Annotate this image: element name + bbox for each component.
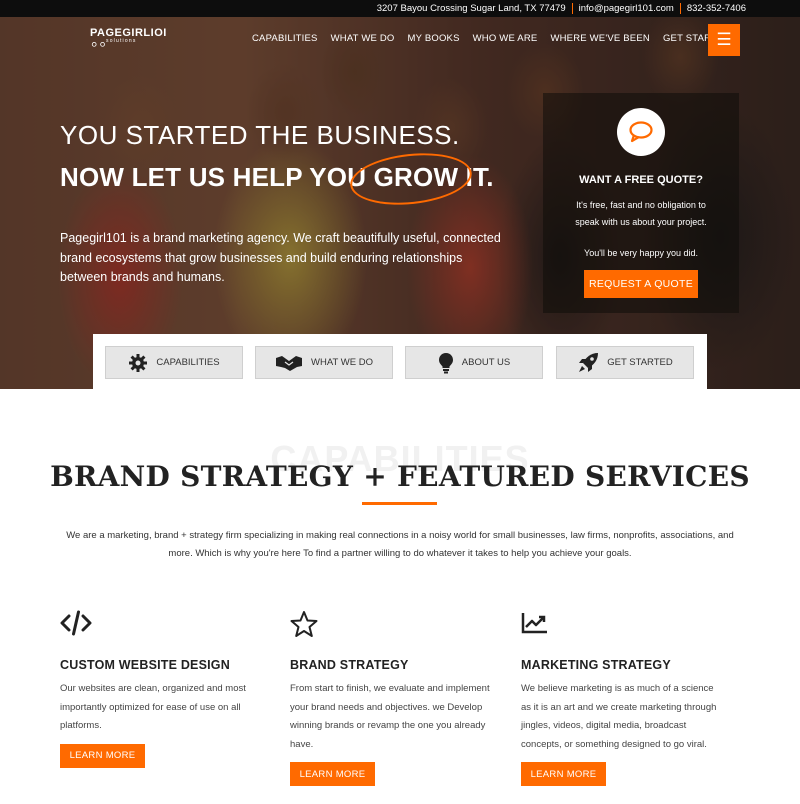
handshake-icon (276, 355, 303, 371)
chart-icon (521, 610, 721, 638)
nav-item-what-we-do[interactable]: WHAT WE DO (331, 33, 395, 44)
service-card-website: CUSTOM WEBSITE DESIGN Our websites are c… (60, 610, 260, 768)
nav-item-my-books[interactable]: MY BOOKS (408, 33, 460, 44)
address-text: 3207 Bayou Crossing Sugar Land, TX 77479 (376, 3, 566, 14)
card-text: We believe marketing is as much of a sci… (521, 683, 717, 750)
phone-link[interactable]: 832-352-7406 (681, 3, 752, 14)
quick-nav-label: WHAT WE DO (311, 357, 373, 368)
learn-more-button[interactable]: LEARN MORE (521, 762, 606, 786)
section-title: BRAND STRATEGY + FEATURED SERVICES (50, 460, 750, 493)
quick-nav-label: ABOUT US (461, 357, 511, 368)
email-link[interactable]: info@pagegirl101.com (573, 3, 680, 14)
quote-note: You'll be very happy you did. (584, 248, 698, 258)
hero-headline-line1: YOU STARTED THE BUSINESS. (60, 120, 460, 150)
hamburger-menu-button[interactable]: ☰ (708, 24, 740, 56)
hero-intro-text: Pagegirl101 is a brand marketing agency.… (60, 231, 501, 284)
service-card-marketing: MARKETING STRATEGY We believe marketing … (521, 610, 721, 786)
card-text: Our websites are clean, organized and mo… (60, 683, 246, 731)
hamburger-icon: ☰ (716, 30, 732, 49)
quick-nav-capabilities[interactable]: CAPABILITIES (105, 346, 243, 379)
logo-rings-icon: ⚪⚪ (90, 40, 107, 51)
nav-item-capabilities[interactable]: CAPABILITIES (252, 33, 318, 44)
learn-more-button[interactable]: LEARN MORE (60, 743, 145, 768)
quote-description: It's free, fast and no obligation to spe… (575, 200, 707, 227)
card-title: CUSTOM WEBSITE DESIGN (60, 658, 230, 672)
title-underline (362, 502, 437, 505)
nav-item-who-we-are[interactable]: WHO WE ARE (473, 33, 538, 44)
quick-nav-bar: CAPABILITIES WHAT WE DO ABOUT US GET STA… (93, 334, 707, 390)
main-nav: CAPABILITIES WHAT WE DO MY BOOKS WHO WE … (252, 33, 731, 44)
lightbulb-icon (438, 352, 453, 373)
request-quote-button[interactable]: REQUEST A QUOTE (584, 270, 698, 298)
service-card-brand: BRAND STRATEGY From start to finish, we … (290, 610, 490, 786)
rocket-icon (579, 352, 599, 372)
card-text: From start to finish, we evaluate and im… (290, 683, 490, 750)
code-icon (60, 610, 260, 638)
quick-nav-label: CAPABILITIES (156, 357, 220, 368)
learn-more-button[interactable]: LEARN MORE (290, 762, 375, 786)
site-logo[interactable]: PAGEGIRLIOI ⚪⚪ solutions (90, 27, 170, 51)
top-contact-bar: 3207 Bayou Crossing Sugar Land, TX 77479… (0, 0, 800, 17)
quick-nav-label: GET STARTED (607, 357, 673, 368)
nav-item-where-weve-been[interactable]: WHERE WE'VE BEEN (550, 33, 650, 44)
card-title: MARKETING STRATEGY (521, 658, 671, 672)
quick-nav-what-we-do[interactable]: WHAT WE DO (255, 346, 393, 379)
card-title: BRAND STRATEGY (290, 658, 409, 672)
quick-nav-get-started[interactable]: GET STARTED (556, 346, 694, 379)
quote-title: WANT A FREE QUOTE? (579, 174, 703, 186)
highlight-circle (347, 147, 475, 211)
gear-icon (129, 353, 148, 372)
chat-bubble-icon (617, 108, 665, 156)
quick-nav-about-us[interactable]: ABOUT US (405, 346, 543, 379)
star-icon (290, 610, 490, 638)
section-intro: We are a marketing, brand + strategy fir… (66, 530, 734, 559)
